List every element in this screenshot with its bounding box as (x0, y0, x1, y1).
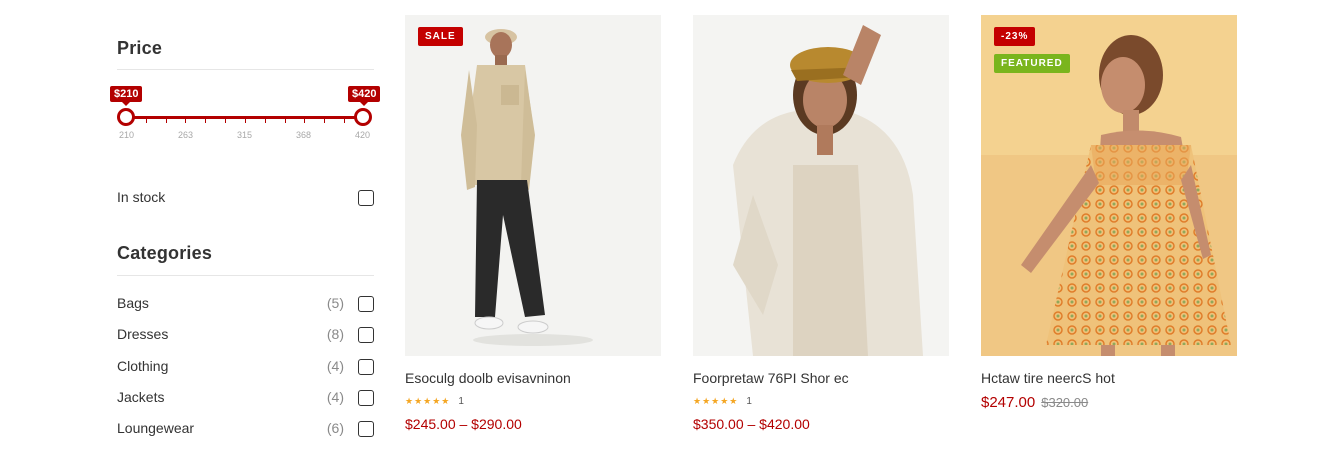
product-price: $245.00 – $290.00 (405, 416, 522, 432)
category-item-loungewear[interactable]: Loungewear (6) (117, 419, 374, 439)
category-label: Clothing (117, 358, 169, 374)
product-image[interactable]: -23% FEATURED (981, 15, 1237, 356)
product-card[interactable]: Foorpretaw 76PI Shor ec ★★★★★ 1 $350.00 … (693, 15, 949, 432)
star-rating-icon: ★★★★★ (405, 395, 451, 406)
category-label: Loungewear (117, 420, 195, 436)
product-name[interactable]: Hctaw tire neercS hot (981, 370, 1237, 388)
price-min-tooltip: $210 (110, 86, 143, 106)
in-stock-label: In stock (117, 189, 166, 205)
product-price: $247.00 $320.00 (981, 394, 1237, 411)
product-image[interactable]: SALE (405, 15, 661, 356)
scale-label: 263 (178, 130, 194, 140)
category-label: Dresses (117, 326, 169, 342)
category-count: (8) (326, 326, 344, 342)
product-photo (405, 15, 661, 356)
category-label: Jackets (117, 389, 165, 405)
price-range-slider[interactable]: $210 $420 210 263 315 368 420 (110, 86, 381, 142)
category-count: (5) (326, 295, 344, 311)
category-count: (6) (326, 420, 344, 436)
scale-label: 315 (237, 130, 253, 140)
sale-badge: SALE (418, 27, 463, 46)
category-checkbox[interactable] (358, 296, 374, 312)
divider (117, 69, 374, 70)
category-count: (4) (326, 389, 344, 405)
category-checkbox[interactable] (358, 421, 374, 437)
in-stock-filter[interactable]: In stock (117, 188, 374, 208)
product-card[interactable]: -23% FEATURED Hctaw tire neercS hot $247… (981, 15, 1237, 411)
product-rating: ★★★★★ 1 (693, 394, 949, 408)
sale-price: $247.00 (981, 394, 1036, 411)
featured-badge: FEATURED (994, 54, 1070, 73)
category-count: (4) (326, 358, 344, 374)
product-photo (693, 15, 949, 356)
product-price: $350.00 – $420.00 (693, 416, 810, 432)
category-label: Bags (117, 295, 149, 311)
slider-ticks (126, 119, 364, 123)
category-item-dresses[interactable]: Dresses (8) (117, 325, 374, 345)
scale-label: 210 (119, 130, 135, 140)
product-rating: ★★★★★ 1 (405, 394, 661, 408)
price-max-tooltip: $420 (348, 86, 381, 106)
price-max-handle[interactable] (354, 108, 372, 126)
review-count: 1 (458, 395, 464, 407)
category-item-jackets[interactable]: Jackets (4) (117, 388, 374, 408)
discount-badge: -23% (994, 27, 1036, 46)
product-image[interactable] (693, 15, 949, 356)
price-min-handle[interactable] (117, 108, 135, 126)
original-price: $320.00 (1041, 395, 1089, 410)
scale-label: 368 (296, 130, 312, 140)
in-stock-checkbox[interactable] (358, 190, 374, 206)
category-checkbox[interactable] (358, 390, 374, 406)
review-count: 1 (746, 395, 752, 407)
category-checkbox[interactable] (358, 359, 374, 375)
category-item-clothing[interactable]: Clothing (4) (117, 357, 374, 377)
scale-label: 420 (355, 130, 371, 140)
category-checkbox[interactable] (358, 327, 374, 343)
product-name[interactable]: Foorpretaw 76PI Shor ec (693, 370, 949, 388)
star-rating-icon: ★★★★★ (693, 395, 739, 406)
product-name[interactable]: Esoculg doolb evisavninon (405, 370, 661, 388)
category-item-bags[interactable]: Bags (5) (117, 294, 374, 314)
categories-title: Categories (117, 243, 213, 263)
price-filter-title: Price (117, 38, 163, 58)
divider (117, 275, 374, 276)
product-card[interactable]: SALE Esoculg doolb evisavninon ★★★★★ 1 $… (405, 15, 661, 432)
